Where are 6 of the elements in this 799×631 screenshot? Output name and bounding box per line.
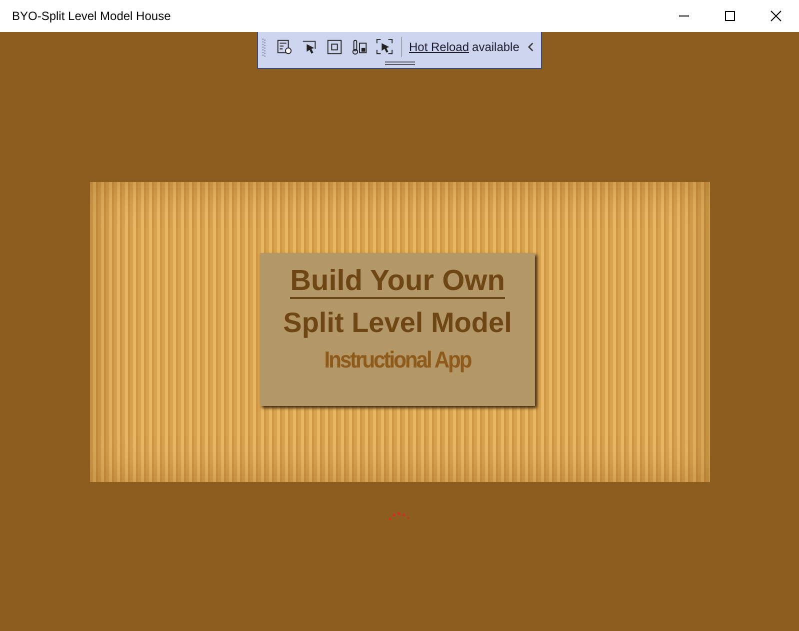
card-subheading: Split Level Model: [283, 306, 512, 338]
hot-reload-link[interactable]: Hot Reload: [408, 40, 470, 54]
card-tagline: Instructional App: [324, 347, 471, 374]
window-title: BYO-Split Level Model House: [12, 9, 171, 23]
status-text: available: [472, 40, 520, 54]
card-heading: Build Your Own: [290, 264, 505, 298]
